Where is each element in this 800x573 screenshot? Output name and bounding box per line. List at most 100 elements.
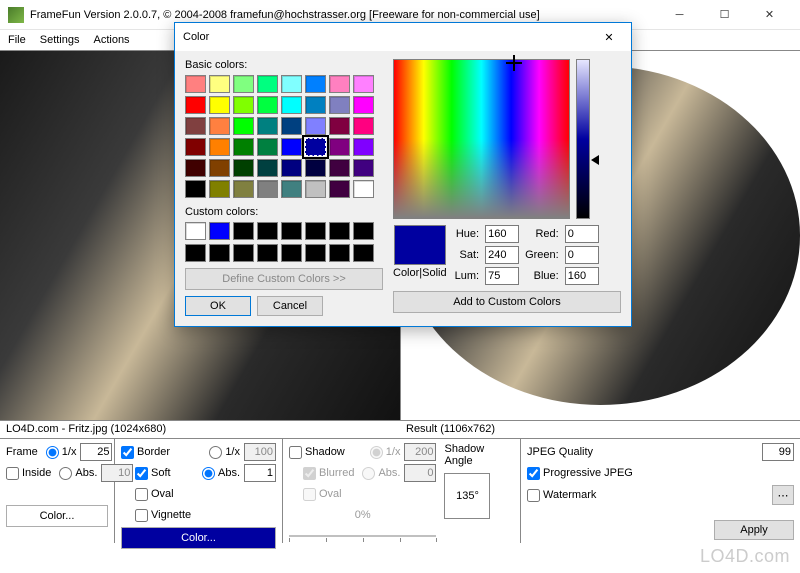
basic-swatch[interactable] [257, 96, 278, 114]
sat-input[interactable] [485, 246, 519, 264]
basic-swatch[interactable] [353, 75, 374, 93]
basic-swatch[interactable] [329, 180, 350, 198]
custom-swatch[interactable] [257, 244, 278, 262]
basic-swatch[interactable] [353, 96, 374, 114]
basic-swatch[interactable] [185, 159, 206, 177]
basic-swatch[interactable] [233, 96, 254, 114]
frame-1x-radio[interactable]: 1/x [46, 446, 77, 459]
basic-swatch[interactable] [353, 138, 374, 156]
border-abs-radio[interactable]: Abs. [202, 467, 240, 480]
basic-swatch[interactable] [209, 159, 230, 177]
basic-swatch[interactable] [257, 117, 278, 135]
apply-button[interactable]: Apply [714, 520, 794, 540]
border-vignette-check[interactable]: Vignette [135, 509, 191, 522]
basic-swatch[interactable] [185, 138, 206, 156]
color-gradient[interactable] [393, 59, 570, 219]
shadow-check[interactable]: Shadow [289, 446, 345, 459]
basic-swatch[interactable] [233, 159, 254, 177]
basic-swatch[interactable] [329, 75, 350, 93]
custom-swatch[interactable] [233, 244, 254, 262]
basic-swatch[interactable] [353, 159, 374, 177]
basic-swatch[interactable] [185, 96, 206, 114]
custom-swatch[interactable] [185, 222, 206, 240]
basic-swatch[interactable] [329, 117, 350, 135]
custom-swatch[interactable] [281, 244, 302, 262]
hue-input[interactable] [485, 225, 519, 243]
basic-swatch[interactable] [281, 117, 302, 135]
border-oval-check[interactable]: Oval [135, 488, 174, 501]
jpeg-watermark-check[interactable]: Watermark [527, 489, 596, 502]
frame-abs-radio[interactable]: Abs. [59, 467, 97, 480]
basic-swatch[interactable] [281, 96, 302, 114]
basic-swatch[interactable] [257, 138, 278, 156]
basic-swatch[interactable] [209, 138, 230, 156]
basic-swatch[interactable] [305, 117, 326, 135]
basic-swatch[interactable] [329, 159, 350, 177]
ok-button[interactable]: OK [185, 296, 251, 316]
jpeg-progressive-check[interactable]: Progressive JPEG [527, 467, 633, 480]
basic-swatch[interactable] [233, 180, 254, 198]
basic-swatch[interactable] [305, 138, 326, 156]
border-soft-check[interactable]: Soft [135, 467, 171, 480]
luminance-bar[interactable] [576, 59, 590, 219]
border-1x-input[interactable] [244, 443, 276, 461]
basic-swatch[interactable] [233, 138, 254, 156]
custom-swatch[interactable] [305, 222, 326, 240]
custom-swatch[interactable] [209, 222, 230, 240]
basic-swatch[interactable] [281, 159, 302, 177]
basic-swatch[interactable] [209, 96, 230, 114]
jpeg-quality-input[interactable] [762, 443, 794, 461]
basic-swatch[interactable] [329, 96, 350, 114]
custom-swatch[interactable] [353, 222, 374, 240]
basic-swatch[interactable] [185, 180, 206, 198]
basic-swatch[interactable] [305, 159, 326, 177]
custom-swatch[interactable] [257, 222, 278, 240]
custom-swatch[interactable] [233, 222, 254, 240]
custom-swatch[interactable] [185, 244, 206, 262]
basic-swatch[interactable] [233, 75, 254, 93]
border-check[interactable]: Border [121, 446, 170, 459]
basic-swatch[interactable] [257, 180, 278, 198]
border-abs-input[interactable] [244, 464, 276, 482]
basic-swatch[interactable] [233, 117, 254, 135]
basic-swatch[interactable] [329, 138, 350, 156]
custom-swatch[interactable] [281, 222, 302, 240]
basic-swatch[interactable] [305, 96, 326, 114]
custom-swatch[interactable] [353, 244, 374, 262]
custom-swatch[interactable] [209, 244, 230, 262]
shadow-angle-box[interactable]: 135° [444, 473, 490, 519]
basic-swatch[interactable] [185, 75, 206, 93]
minimize-button[interactable]: ─ [657, 1, 702, 29]
menu-file[interactable]: File [8, 34, 26, 46]
basic-swatch[interactable] [281, 180, 302, 198]
lum-input[interactable] [485, 267, 519, 285]
basic-swatch[interactable] [353, 180, 374, 198]
blue-input[interactable] [565, 267, 599, 285]
cancel-button[interactable]: Cancel [257, 296, 323, 316]
watermark-options-button[interactable]: ⋯ [772, 485, 794, 505]
basic-swatch[interactable] [257, 159, 278, 177]
basic-swatch[interactable] [257, 75, 278, 93]
basic-swatch[interactable] [209, 117, 230, 135]
basic-swatch[interactable] [305, 180, 326, 198]
frame-inside-check[interactable]: Inside [6, 467, 51, 480]
border-color-button[interactable]: Color... [121, 527, 276, 549]
frame-1x-input[interactable] [80, 443, 112, 461]
basic-swatch[interactable] [305, 75, 326, 93]
border-1x-radio[interactable]: 1/x [209, 446, 240, 459]
basic-swatch[interactable] [353, 117, 374, 135]
add-custom-button[interactable]: Add to Custom Colors [393, 291, 621, 313]
basic-swatch[interactable] [209, 180, 230, 198]
green-input[interactable] [565, 246, 599, 264]
frame-color-button[interactable]: Color... [6, 505, 108, 527]
basic-swatch[interactable] [209, 75, 230, 93]
close-button[interactable]: ✕ [747, 1, 792, 29]
menu-settings[interactable]: Settings [40, 34, 80, 46]
custom-swatch[interactable] [329, 244, 350, 262]
basic-swatch[interactable] [281, 138, 302, 156]
basic-swatch[interactable] [281, 75, 302, 93]
basic-swatch[interactable] [185, 117, 206, 135]
custom-swatch[interactable] [329, 222, 350, 240]
menu-actions[interactable]: Actions [93, 34, 129, 46]
red-input[interactable] [565, 225, 599, 243]
